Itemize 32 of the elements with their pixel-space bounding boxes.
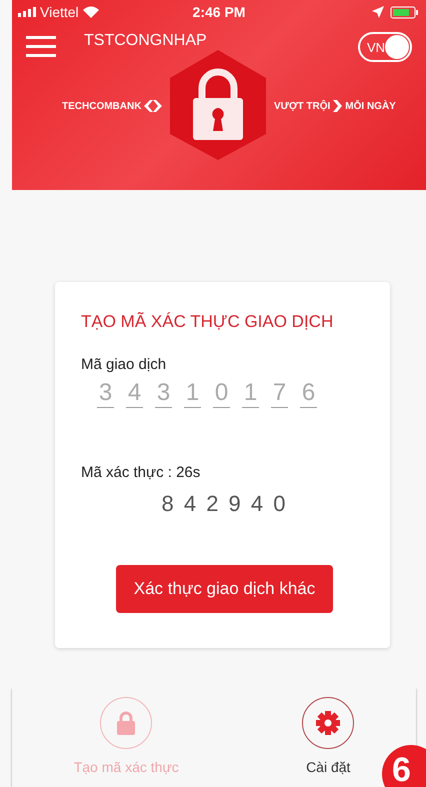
field-label: Mã xác thực : 26s — [81, 464, 202, 481]
language-toggle[interactable]: VN — [358, 32, 412, 62]
padlock-emblem-icon — [168, 50, 268, 160]
code-digit: 1 — [184, 379, 201, 408]
lock-icon — [116, 711, 136, 735]
clock-time: 2:46 PM — [192, 4, 246, 20]
location-icon — [372, 6, 384, 18]
code-digit: 3 — [155, 379, 172, 408]
bank-name: TECHCOMBANK — [62, 100, 142, 112]
code-digit: 3 — [97, 379, 114, 408]
chevron-icon — [333, 100, 342, 112]
wifi-icon — [82, 6, 99, 18]
slogan-text: MỖI NGÀY — [345, 100, 396, 112]
code-digit: 0 — [213, 379, 230, 408]
code-digit: 4 — [126, 379, 143, 408]
card-title: TẠO MÃ XÁC THỰC GIAO DỊCH — [81, 312, 334, 332]
diamond-logo-icon — [144, 100, 162, 112]
code-digit: 1 — [242, 379, 259, 408]
nav-tab[interactable]: Cài đặt — [296, 687, 360, 787]
gear-icon — [315, 710, 342, 736]
code-digit: 6 — [300, 379, 317, 408]
slogan-text: VƯỢT TRỘI — [274, 100, 330, 112]
verify-button[interactable]: Xác thực giao dịch khác — [116, 565, 334, 613]
battery-icon — [390, 6, 420, 18]
signal-icon — [18, 7, 36, 17]
account-name: TSTCONGNHAP — [84, 32, 208, 50]
field-label: Mã giao dịch — [81, 356, 168, 373]
auth-code: 8 4 2 9 4 0 — [160, 491, 288, 517]
carrier-name: Viettel — [40, 4, 79, 20]
step-badge: 6 — [382, 745, 426, 787]
code-digit: 7 — [271, 379, 288, 408]
menu-icon[interactable] — [26, 36, 56, 58]
